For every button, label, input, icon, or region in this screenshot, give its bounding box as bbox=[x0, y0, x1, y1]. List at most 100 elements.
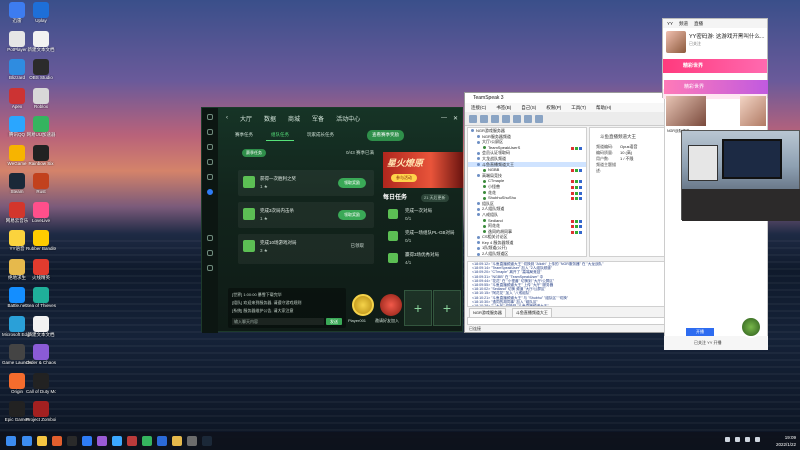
live-thumbnail[interactable] bbox=[666, 96, 706, 126]
logo-icon bbox=[207, 114, 213, 120]
desktop-icon[interactable]: 火线精英 bbox=[26, 258, 56, 280]
monitor-left bbox=[688, 145, 718, 181]
away-icon[interactable] bbox=[502, 115, 510, 123]
chat-input[interactable]: 输入聊天内容 bbox=[232, 318, 324, 325]
follow-status[interactable]: 已关注 bbox=[689, 41, 701, 47]
home-icon[interactable] bbox=[207, 129, 213, 135]
windows-start-icon[interactable] bbox=[6, 436, 16, 446]
disconnect-icon[interactable] bbox=[480, 115, 488, 123]
tab-team-tasks[interactable]: 组队任务 bbox=[266, 130, 294, 141]
desktop-icon[interactable]: 新建文本文档 bbox=[26, 30, 56, 52]
invite-avatar[interactable] bbox=[380, 294, 402, 316]
taskbar-app-icon[interactable] bbox=[67, 436, 77, 446]
settings-icon[interactable] bbox=[535, 115, 543, 123]
chevron-up-icon[interactable] bbox=[725, 437, 730, 442]
friends-icon[interactable] bbox=[207, 250, 213, 256]
taskbar-app-icon[interactable] bbox=[172, 436, 182, 446]
desktop-icon[interactable]: Roblox bbox=[26, 87, 56, 109]
claim-button[interactable]: 领取奖励 bbox=[338, 210, 366, 220]
tab-live[interactable]: 直播 bbox=[694, 19, 703, 28]
network-icon[interactable] bbox=[735, 437, 740, 442]
claim-button[interactable]: 领取奖励 bbox=[338, 178, 366, 188]
join-event-button[interactable]: 参与活动 bbox=[391, 174, 417, 182]
menu-item[interactable]: 帮助(H) bbox=[596, 105, 611, 111]
desktop-icon[interactable]: OBS Studio bbox=[26, 59, 56, 80]
volume-icon[interactable] bbox=[745, 437, 750, 442]
menu-item[interactable]: 权限(P) bbox=[546, 105, 561, 111]
search-icon[interactable] bbox=[207, 235, 213, 241]
chat-send-button[interactable]: 发送 bbox=[326, 318, 342, 325]
desktop-icon[interactable]: Project Zomboid bbox=[26, 401, 56, 422]
desktop-icon[interactable]: Call of Duty Modern... bbox=[26, 372, 56, 394]
settings-icon[interactable] bbox=[207, 265, 213, 271]
nav-lobby[interactable]: 大厅 bbox=[240, 114, 252, 123]
channel-icon bbox=[477, 157, 480, 161]
channel-node[interactable]: 2人组队频道区 bbox=[468, 251, 586, 256]
add-teammate-slot[interactable]: + bbox=[404, 290, 432, 326]
desktop-icon[interactable]: Rubber Bandits bbox=[26, 230, 56, 251]
user-avatar[interactable] bbox=[740, 316, 762, 338]
streamer-avatar[interactable] bbox=[666, 31, 686, 53]
taskbar-app-icon[interactable] bbox=[52, 436, 62, 446]
event-banner[interactable]: 星火燎原 参与活动 bbox=[383, 152, 463, 188]
taskbar-app-icon[interactable] bbox=[97, 436, 107, 446]
mic-icon[interactable] bbox=[513, 115, 521, 123]
tab-yy[interactable]: YY bbox=[667, 19, 673, 28]
taskbar-app-icon[interactable] bbox=[157, 436, 167, 446]
taskbar-app-icon[interactable] bbox=[112, 436, 122, 446]
yy-banner[interactable]: 精彩世界 bbox=[663, 59, 767, 73]
clock[interactable]: 19:09 2022/1/22 bbox=[776, 434, 796, 448]
menu-item[interactable]: 书签(B) bbox=[496, 105, 511, 111]
app-icon bbox=[9, 315, 25, 332]
menu-item[interactable]: 自己(S) bbox=[521, 105, 536, 111]
app-icon bbox=[33, 30, 49, 47]
app-icon bbox=[33, 59, 49, 75]
tab-growth-tasks[interactable]: 玩家成长任务 bbox=[302, 130, 339, 141]
yy-banner-2[interactable]: 精彩世界 bbox=[664, 80, 768, 94]
taskbar-app-icon[interactable] bbox=[202, 436, 212, 446]
ime-icon[interactable] bbox=[755, 437, 760, 442]
desktop-icon[interactable]: Rainbow Six bbox=[26, 144, 56, 166]
desktop-icon[interactable]: Order & Chaos bbox=[26, 344, 56, 365]
desktop-icon[interactable]: Uplay bbox=[26, 2, 56, 23]
menu-item[interactable]: 工具(T) bbox=[571, 105, 586, 111]
user-status-icon bbox=[483, 146, 486, 150]
tab-channel[interactable]: 频道 bbox=[679, 19, 688, 28]
task-item: 获得一次胜利之奖 1 ★ 领取奖励 bbox=[238, 170, 374, 196]
taskbar-app-icon[interactable] bbox=[142, 436, 152, 446]
live-thumbnail[interactable] bbox=[740, 96, 766, 126]
bookmark-icon[interactable] bbox=[491, 115, 499, 123]
add-teammate-slot[interactable]: + bbox=[433, 290, 461, 326]
connect-icon[interactable] bbox=[469, 115, 477, 123]
shop-icon[interactable] bbox=[207, 159, 213, 165]
go-live-button[interactable]: 开播 bbox=[686, 328, 714, 336]
gear-icon[interactable] bbox=[207, 174, 213, 180]
desktop-icon[interactable]: 网易UU加速器 bbox=[26, 116, 56, 137]
nav-shop[interactable]: 商城 bbox=[288, 114, 300, 123]
taskbar-app-icon[interactable] bbox=[37, 436, 47, 446]
taskbar-app-icon[interactable] bbox=[127, 436, 137, 446]
speaker-icon[interactable] bbox=[524, 115, 532, 123]
desktop-icon[interactable]: 新建文本文档 bbox=[26, 315, 56, 337]
task-icon bbox=[243, 240, 255, 252]
taskbar-app-icon[interactable] bbox=[187, 436, 197, 446]
task-panel: 赛季任务 0/43 赛季已满 获得一次胜利之奖 1 ★ 领取奖励 完成3次局内击… bbox=[232, 148, 374, 278]
menu-item[interactable]: 连接(C) bbox=[471, 105, 486, 111]
nav-data[interactable]: 数据 bbox=[264, 114, 276, 123]
channel-icon bbox=[477, 151, 480, 155]
nav-arsenal[interactable]: 军备 bbox=[312, 114, 324, 123]
back-icon[interactable]: ‹ bbox=[226, 115, 228, 121]
nav-events[interactable]: 活动中心 bbox=[336, 114, 360, 123]
desktop-icon[interactable]: Rust bbox=[26, 173, 56, 194]
tab-season-tasks[interactable]: 赛季任务 bbox=[230, 130, 258, 141]
task-icon[interactable] bbox=[207, 189, 213, 195]
desktop-icon[interactable]: LoveLive bbox=[26, 201, 56, 223]
desktop-icon[interactable]: Sea of Thieves bbox=[26, 287, 56, 308]
taskbar-app-icon[interactable] bbox=[82, 436, 92, 446]
taskbar-app-icon[interactable] bbox=[22, 436, 32, 446]
close-icon[interactable]: ✕ bbox=[453, 115, 458, 122]
friend-avatar[interactable] bbox=[352, 294, 374, 316]
season-reward-button[interactable]: 查看赛季奖励 bbox=[367, 130, 404, 141]
stats-icon[interactable] bbox=[207, 144, 213, 150]
minimize-icon[interactable]: — bbox=[441, 115, 447, 122]
